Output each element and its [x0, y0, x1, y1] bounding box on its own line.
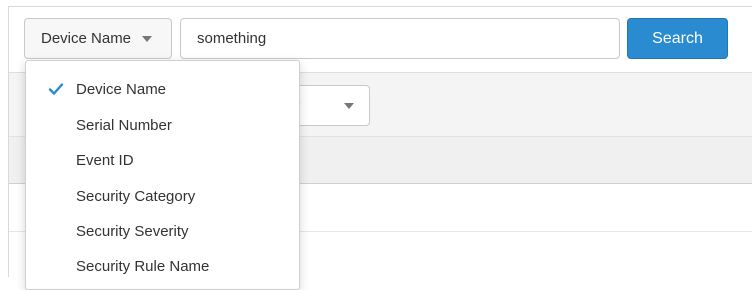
menu-item-security-category[interactable]: Security Category — [26, 179, 299, 214]
menu-item-event-id[interactable]: Event ID — [26, 143, 299, 178]
search-field-select-label: Device Name — [41, 30, 132, 47]
menu-item-label: Serial Number — [76, 117, 172, 134]
checkmark-icon — [48, 83, 64, 95]
search-field-dropdown-menu: Device Name Serial Number Event ID Secur… — [25, 60, 300, 290]
search-input[interactable] — [180, 18, 620, 59]
search-button[interactable]: Search — [627, 18, 728, 59]
menu-item-label: Security Severity — [76, 223, 189, 240]
caret-down-icon — [142, 36, 153, 42]
menu-item-label: Device Name — [76, 81, 167, 98]
menu-item-label: Event ID — [76, 152, 134, 169]
menu-item-security-rule-name[interactable]: Security Rule Name — [26, 249, 299, 284]
caret-down-icon — [344, 103, 354, 109]
menu-item-label: Security Rule Name — [76, 258, 210, 275]
menu-item-serial-number[interactable]: Serial Number — [26, 108, 299, 143]
menu-item-device-name[interactable]: Device Name — [26, 72, 299, 107]
menu-item-label: Security Category — [76, 188, 196, 205]
menu-item-security-severity[interactable]: Security Severity — [26, 214, 299, 249]
search-field-select[interactable]: Device Name — [24, 18, 172, 59]
